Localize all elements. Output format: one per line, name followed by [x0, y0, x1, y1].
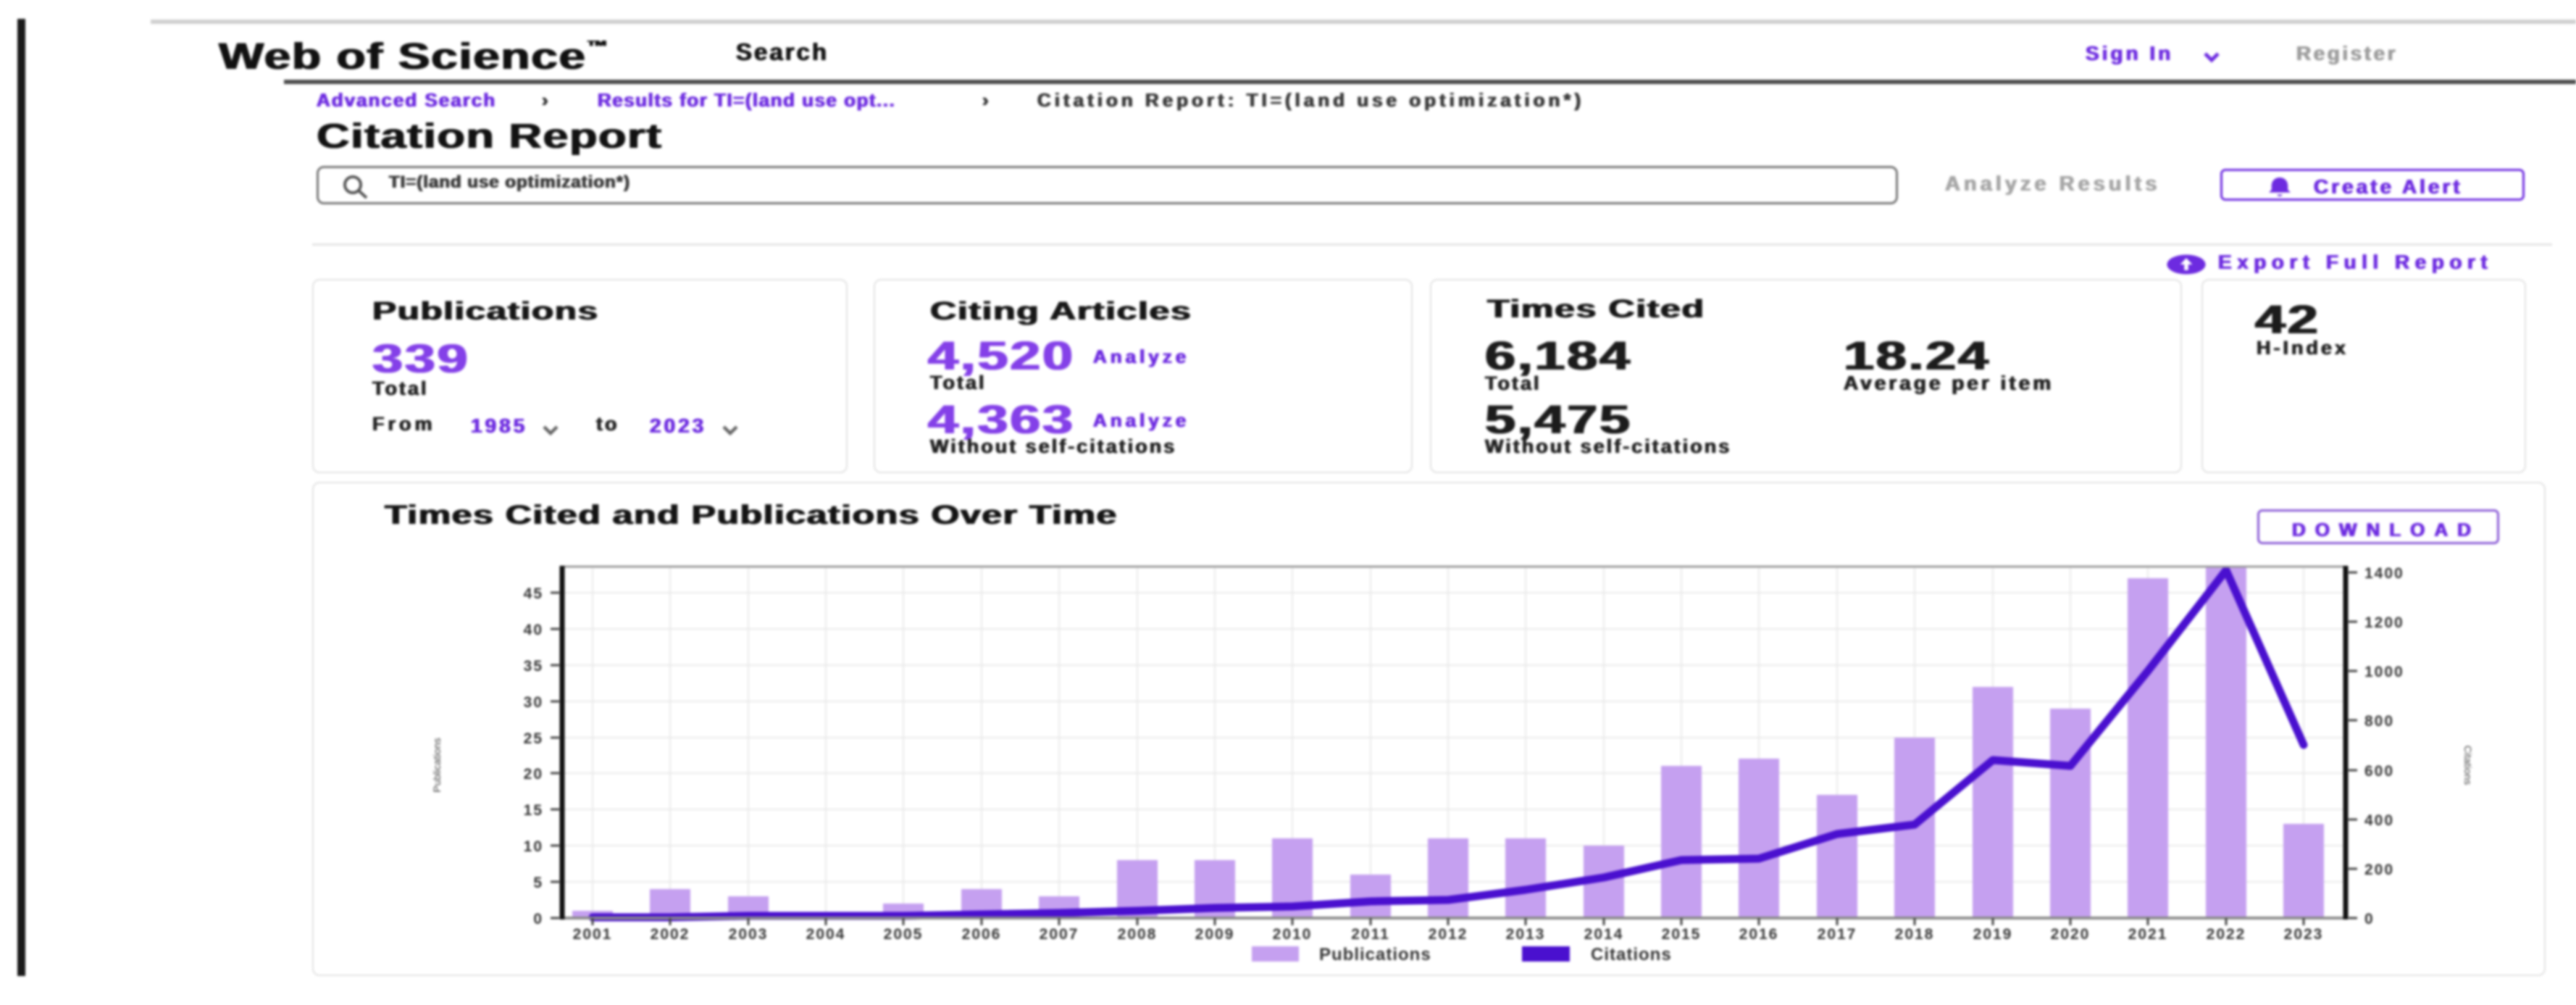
svg-text:800: 800: [2364, 713, 2394, 730]
svg-text:40: 40: [524, 622, 543, 638]
svg-text:2018: 2018: [1895, 926, 1935, 943]
svg-text:400: 400: [2364, 812, 2394, 829]
svg-text:600: 600: [2364, 763, 2394, 780]
svg-text:200: 200: [2364, 862, 2394, 878]
svg-text:15: 15: [524, 802, 543, 819]
svg-text:20: 20: [524, 766, 543, 783]
svg-text:2006: 2006: [962, 926, 1002, 943]
svg-text:2022: 2022: [2207, 926, 2246, 943]
svg-text:2019: 2019: [1973, 926, 2013, 943]
svg-text:2011: 2011: [1351, 926, 1390, 943]
svg-text:Citations: Citations: [2462, 746, 2474, 785]
svg-text:Publications: Publications: [431, 738, 443, 793]
svg-text:30: 30: [524, 694, 543, 711]
svg-text:2020: 2020: [2051, 926, 2091, 943]
svg-text:2023: 2023: [2284, 926, 2324, 943]
svg-text:2008: 2008: [1118, 926, 1158, 943]
svg-text:2010: 2010: [1273, 926, 1313, 943]
svg-text:2017: 2017: [1818, 926, 1857, 943]
svg-text:2016: 2016: [1739, 926, 1779, 943]
svg-text:45: 45: [524, 585, 543, 602]
svg-text:35: 35: [524, 658, 543, 675]
svg-text:0: 0: [2364, 911, 2375, 927]
svg-text:2015: 2015: [1662, 926, 1702, 943]
svg-text:1400: 1400: [2364, 565, 2404, 582]
svg-text:2012: 2012: [1429, 926, 1468, 943]
svg-text:2001: 2001: [573, 926, 613, 943]
svg-text:2014: 2014: [1584, 926, 1624, 943]
svg-text:1000: 1000: [2364, 664, 2404, 680]
svg-text:2005: 2005: [884, 926, 924, 943]
svg-text:25: 25: [524, 730, 543, 747]
svg-text:2021: 2021: [2128, 926, 2168, 943]
svg-text:0: 0: [533, 911, 543, 927]
svg-text:Publications: Publications: [1319, 945, 1431, 964]
svg-text:2004: 2004: [806, 926, 846, 943]
svg-text:2002: 2002: [651, 926, 690, 943]
svg-text:10: 10: [524, 838, 543, 855]
svg-text:2009: 2009: [1195, 926, 1235, 943]
svg-text:2013: 2013: [1506, 926, 1546, 943]
svg-text:2003: 2003: [729, 926, 769, 943]
svg-text:Citations: Citations: [1591, 945, 1672, 964]
svg-text:5: 5: [533, 875, 543, 891]
svg-text:2007: 2007: [1040, 926, 1079, 943]
svg-text:1200: 1200: [2364, 614, 2404, 631]
